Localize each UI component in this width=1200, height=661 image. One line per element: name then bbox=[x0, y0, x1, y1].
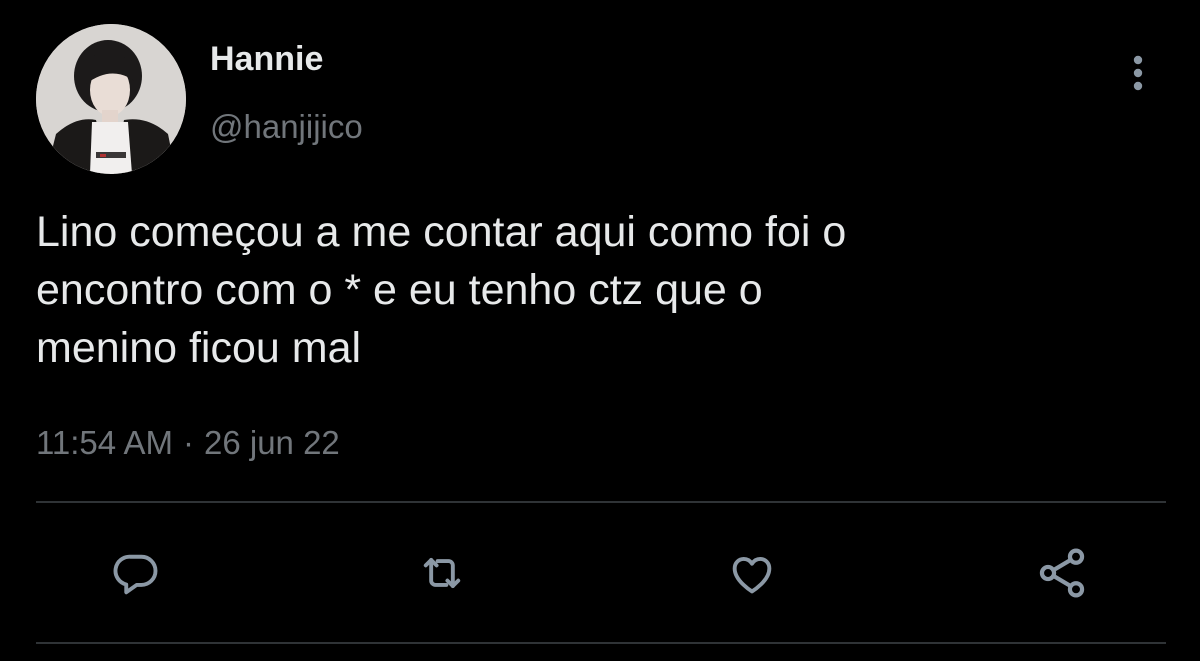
retweet-icon bbox=[423, 558, 461, 588]
share-button[interactable] bbox=[1034, 545, 1090, 601]
handle[interactable]: @hanjijico bbox=[210, 108, 363, 146]
avatar[interactable] bbox=[36, 24, 186, 174]
tweet: Hannie @hanjijico Lino começou a me cont… bbox=[0, 0, 1200, 661]
retweet-button[interactable] bbox=[414, 545, 470, 601]
more-vertical-icon bbox=[1133, 55, 1143, 91]
tweet-date: 26 jun 22 bbox=[203, 424, 340, 461]
timestamp[interactable]: 11:54 AM · 26 jun 22 bbox=[36, 424, 340, 462]
divider bbox=[36, 501, 1166, 503]
tweet-time: 11:54 AM bbox=[36, 424, 173, 461]
tweet-text: Lino começou a me contar aqui como foi o… bbox=[36, 208, 847, 372]
like-button[interactable] bbox=[724, 545, 780, 601]
reply-icon bbox=[113, 554, 158, 595]
heart-icon bbox=[732, 556, 772, 594]
reply-button[interactable] bbox=[108, 545, 164, 601]
share-icon bbox=[1039, 548, 1085, 598]
timestamp-separator: · bbox=[182, 424, 194, 461]
display-name[interactable]: Hannie bbox=[210, 40, 323, 79]
bottom-divider bbox=[36, 642, 1166, 644]
more-options-button[interactable] bbox=[1118, 48, 1158, 98]
